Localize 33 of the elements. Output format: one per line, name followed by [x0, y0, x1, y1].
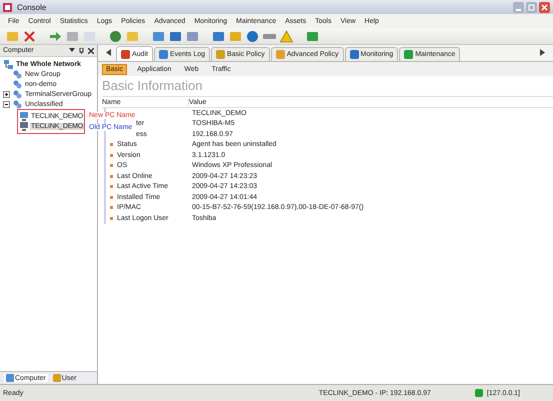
minimize-icon[interactable] — [513, 2, 524, 12]
section-heading: Basic Information — [102, 76, 553, 97]
tab-icon — [52, 374, 61, 382]
bullet-icon — [110, 216, 113, 220]
tab-icon — [404, 50, 414, 59]
bullet-icon — [110, 196, 113, 199]
scroll-left-icon[interactable] — [106, 49, 111, 56]
bullet-icon — [110, 164, 113, 168]
pin-icon[interactable] — [79, 48, 84, 54]
bullet-icon — [110, 154, 113, 157]
tab-icon — [276, 50, 285, 59]
bullet-icon — [110, 174, 113, 178]
highlight-box — [17, 109, 85, 134]
expander-icon[interactable] — [3, 100, 10, 108]
tab-icon — [6, 374, 14, 382]
tab-icon — [350, 50, 358, 59]
connection-icon — [474, 389, 483, 397]
tab-icon — [158, 50, 168, 59]
expander-icon[interactable] — [3, 90, 10, 98]
restore-icon[interactable] — [526, 2, 537, 12]
bullet-icon — [110, 143, 113, 146]
network-icon — [4, 60, 13, 68]
scroll-right-icon[interactable] — [540, 49, 545, 56]
tab-icon — [121, 50, 130, 58]
close-icon[interactable] — [88, 48, 94, 54]
bullet-icon — [110, 206, 113, 210]
tab-icon — [216, 50, 225, 59]
close-icon[interactable] — [23, 30, 36, 42]
app-icon — [3, 2, 12, 12]
arrow-icon[interactable] — [49, 30, 62, 42]
dropdown-icon[interactable] — [69, 48, 75, 53]
window-title: Console — [17, 2, 46, 12]
bullet-icon — [110, 185, 113, 188]
